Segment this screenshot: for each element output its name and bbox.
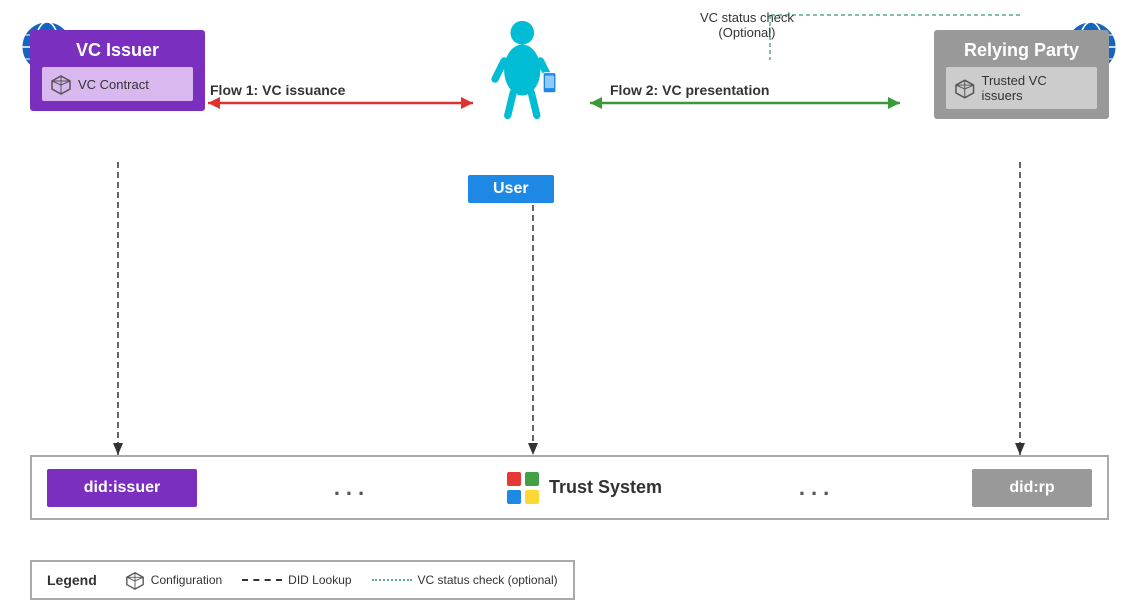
legend-item-did: DID Lookup <box>242 573 351 587</box>
legend-did-label: DID Lookup <box>288 573 351 587</box>
cube-icon-rp <box>954 77 975 99</box>
legend-item-config: Configuration <box>125 570 222 590</box>
dotted-line-legend <box>372 579 412 581</box>
cube-icon-legend <box>125 570 145 590</box>
legend-vc-status-label: VC status check (optional) <box>418 573 558 587</box>
flow2-label: Flow 2: VC presentation <box>610 82 769 98</box>
user-figure <box>490 20 560 120</box>
flow1-label: Flow 1: VC issuance <box>210 82 345 98</box>
trust-system-center: Trust System <box>507 472 662 504</box>
legend-config-label: Configuration <box>151 573 222 587</box>
cube-icon-issuer <box>50 73 72 95</box>
vc-issuer-box: VC Issuer VC Contract <box>30 30 205 111</box>
vc-contract-label: VC Contract <box>78 77 149 92</box>
trusted-vc-label: Trusted VC issuers <box>981 73 1089 103</box>
user-person-svg <box>490 20 560 120</box>
legend-box: Legend Configuration DID Lookup VC statu… <box>30 560 575 600</box>
legend-title: Legend <box>47 572 97 588</box>
vc-issuer-title: VC Issuer <box>42 40 193 61</box>
trust-system-bar: did:issuer ... Trust System ... did:rp <box>30 455 1109 520</box>
legend-item-vc-status: VC status check (optional) <box>372 573 558 587</box>
relying-party-box: Relying Party Trusted VC issuers <box>934 30 1109 119</box>
user-label-box: User <box>468 175 554 203</box>
vc-contract-area: VC Contract <box>42 67 193 101</box>
dashed-line-legend <box>242 579 282 581</box>
did-issuer-box: did:issuer <box>47 469 197 507</box>
trusted-vc-area: Trusted VC issuers <box>946 67 1097 109</box>
did-rp-box: did:rp <box>972 469 1092 507</box>
diagram-container: VC Issuer VC Contract Relying Party <box>0 0 1139 605</box>
trust-system-label: Trust System <box>549 477 662 498</box>
dots-left: ... <box>197 475 507 501</box>
dots-right: ... <box>662 475 972 501</box>
relying-party-title: Relying Party <box>946 40 1097 61</box>
vc-status-check-label: VC status check (Optional) <box>700 10 794 40</box>
trust-system-icon <box>507 472 539 504</box>
